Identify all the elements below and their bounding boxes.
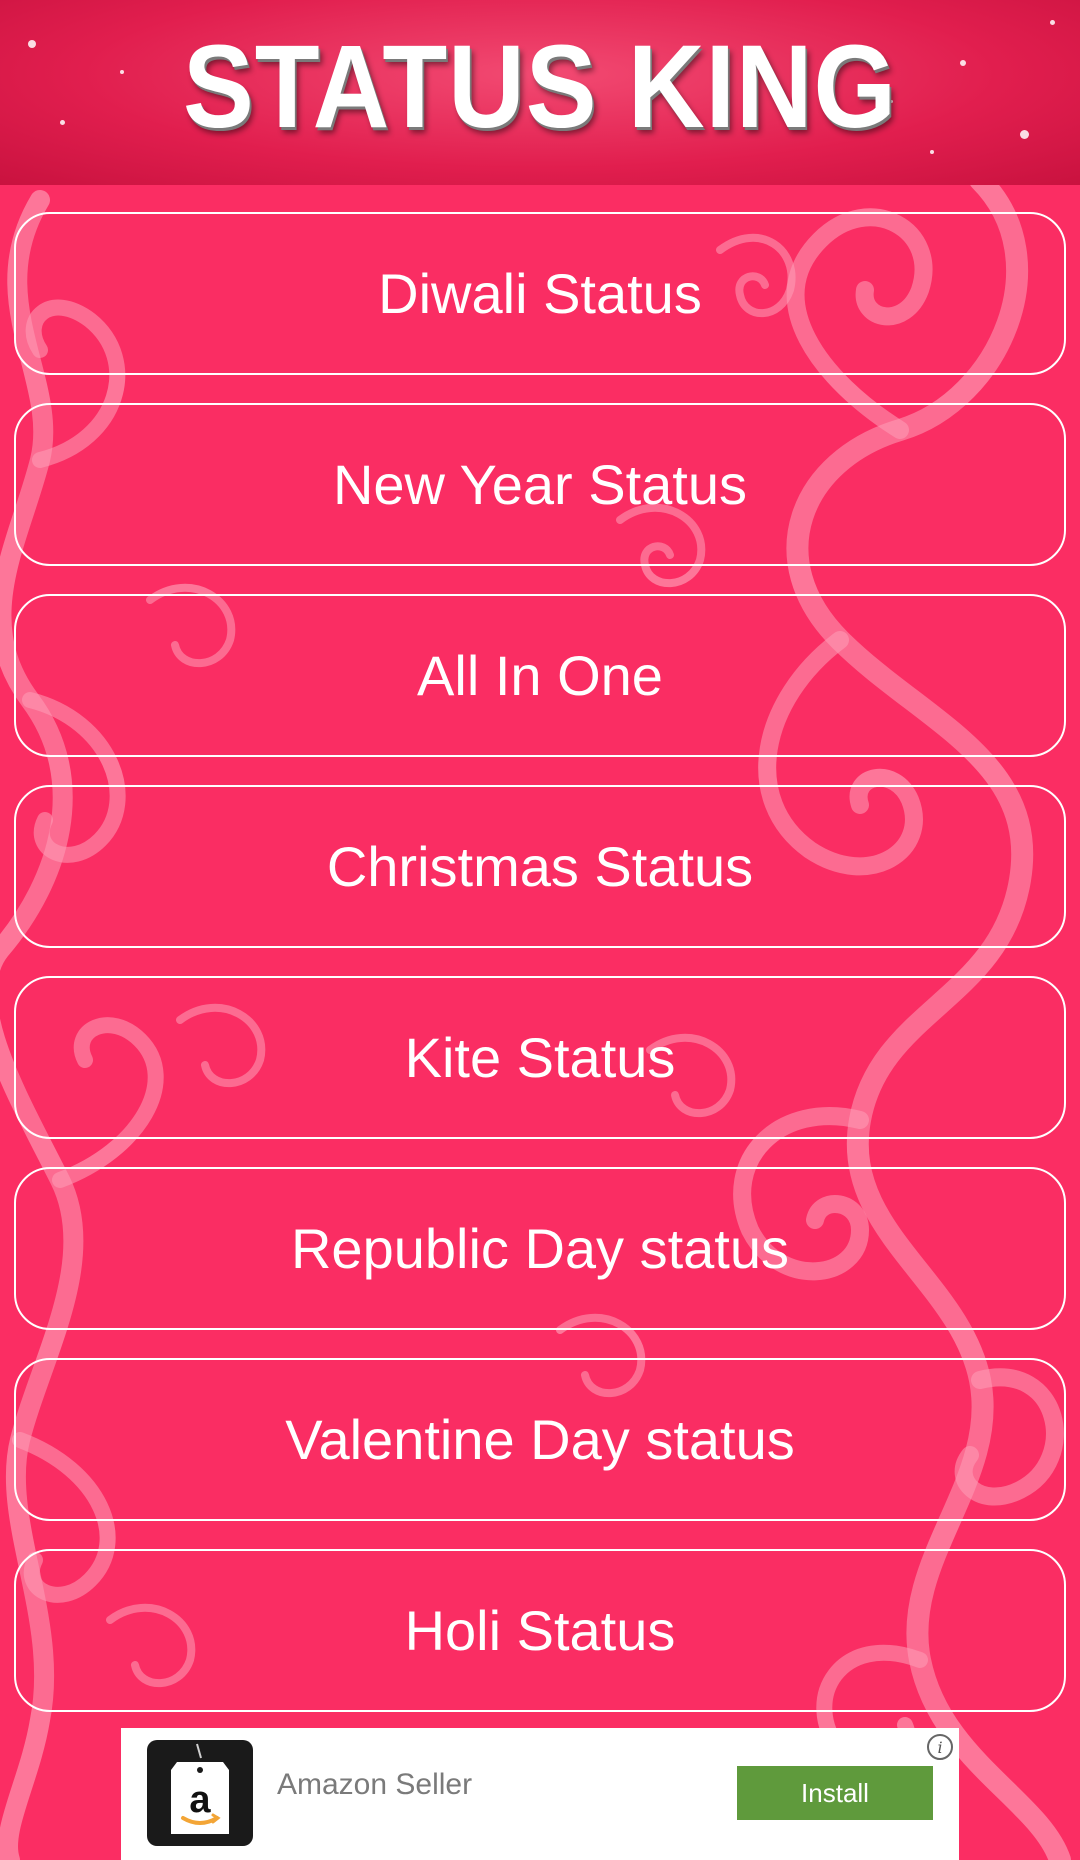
republic-day-status-button[interactable]: Republic Day status (14, 1167, 1066, 1330)
sparkle-decoration (1050, 20, 1055, 25)
sparkle-decoration (28, 40, 36, 48)
amazon-logo-icon[interactable]: a (147, 1740, 253, 1846)
all-in-one-button[interactable]: All In One (14, 594, 1066, 757)
info-icon[interactable]: i (927, 1734, 953, 1760)
new-year-status-button[interactable]: New Year Status (14, 403, 1066, 566)
ad-banner[interactable]: a Amazon Seller Install i (121, 1728, 959, 1860)
app-title: STATUS KING (183, 21, 897, 153)
holi-status-button[interactable]: Holi Status (14, 1549, 1066, 1712)
install-button[interactable]: Install (737, 1766, 933, 1820)
ad-app-name[interactable]: Amazon Seller (277, 1768, 472, 1802)
status-category-menu: Diwali Status New Year Status All In One… (14, 212, 1066, 1740)
kite-status-button[interactable]: Kite Status (14, 976, 1066, 1139)
diwali-status-button[interactable]: Diwali Status (14, 212, 1066, 375)
svg-text:a: a (189, 1779, 211, 1821)
valentine-day-status-button[interactable]: Valentine Day status (14, 1358, 1066, 1521)
christmas-status-button[interactable]: Christmas Status (14, 785, 1066, 948)
app-header-banner: STATUS KING (0, 0, 1080, 185)
